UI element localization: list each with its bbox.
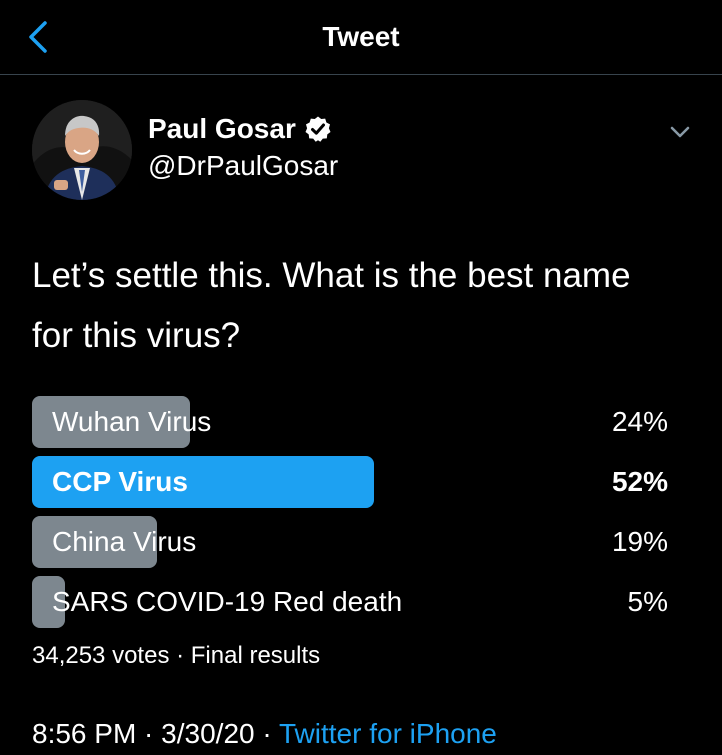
avatar[interactable] <box>32 100 132 200</box>
verified-badge-icon <box>305 116 331 142</box>
poll-option-percent: 52% <box>611 466 668 497</box>
chevron-down-icon <box>670 126 690 138</box>
tweet-timestamp: 8:56 PM · 3/30/20 · Twitter for iPhone <box>32 716 497 752</box>
poll-option-sars-covid-19-red-death[interactable]: SARS COVID-19 Red death 5% <box>32 576 672 628</box>
poll-option-china-virus[interactable]: China Virus 19% <box>32 516 672 568</box>
poll-option-ccp-virus[interactable]: CCP Virus 52% <box>32 456 672 508</box>
top-bar: Tweet <box>0 0 722 75</box>
tweet-text: Let’s settle this. What is the best name… <box>32 256 631 355</box>
tweet-source-link[interactable]: Twitter for iPhone <box>279 718 497 749</box>
avatar-image <box>32 100 132 200</box>
poll-option-label: Wuhan Virus <box>52 406 212 437</box>
tweet-date[interactable]: 3/30/20 <box>161 718 254 749</box>
poll-option-percent: 19% <box>611 526 668 557</box>
tweet-time[interactable]: 8:56 PM <box>32 718 136 749</box>
page-title: Tweet <box>322 21 400 52</box>
poll-option-wuhan-virus[interactable]: Wuhan Virus 24% <box>32 396 672 448</box>
poll-option-label: China Virus <box>52 526 197 557</box>
poll-option-percent: 5% <box>627 586 668 617</box>
poll-option-percent: 24% <box>611 406 668 437</box>
more-options-button[interactable] <box>666 118 694 146</box>
poll: Wuhan Virus 24% CCP Virus 52% China Viru… <box>32 396 672 636</box>
author-name[interactable]: Paul Gosar <box>148 113 332 145</box>
poll-option-label: SARS COVID-19 Red death <box>52 586 403 617</box>
poll-summary: 34,253 votes · Final results <box>32 642 321 669</box>
poll-option-label: CCP Virus <box>52 466 188 497</box>
author-name-text: Paul Gosar <box>148 113 296 144</box>
separator: · <box>254 718 279 749</box>
separator: · <box>136 718 162 749</box>
author-handle[interactable]: @DrPaulGosar <box>148 150 338 182</box>
